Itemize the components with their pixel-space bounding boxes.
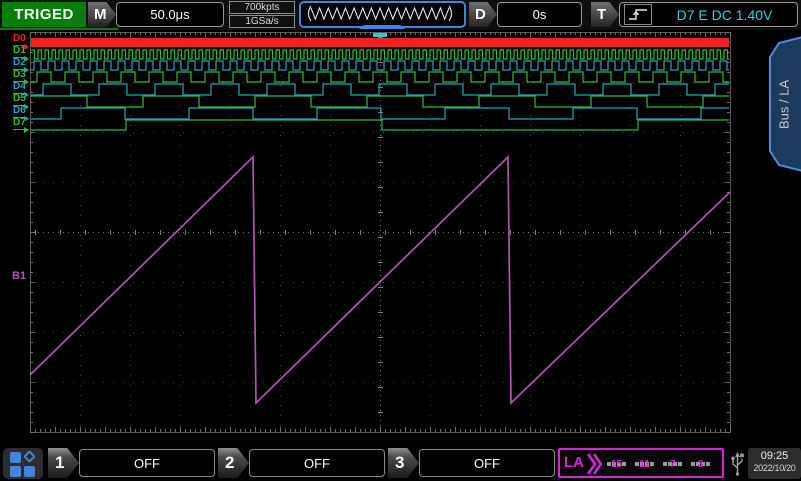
waveform-display: D0D1D2D3D4D5D6D7B1 bbox=[0, 0, 801, 481]
trace-D0 bbox=[31, 38, 729, 47]
oscilloscope-screen: D0D1D2D3D4D5D6D7B1 TRIGED M 50.0μs 700kp… bbox=[0, 0, 801, 481]
trigger-position-marker bbox=[373, 33, 387, 37]
waveform-plot bbox=[0, 0, 801, 481]
trace-D1 bbox=[31, 50, 729, 59]
trace-D6 bbox=[31, 108, 729, 119]
bus-label-B1: B1 bbox=[12, 271, 27, 282]
bus-la-tab[interactable]: Bus / LA bbox=[762, 34, 801, 174]
bus-la-tab-label: Bus / LA bbox=[773, 34, 795, 174]
channel-label-D7: D7 bbox=[13, 118, 27, 130]
